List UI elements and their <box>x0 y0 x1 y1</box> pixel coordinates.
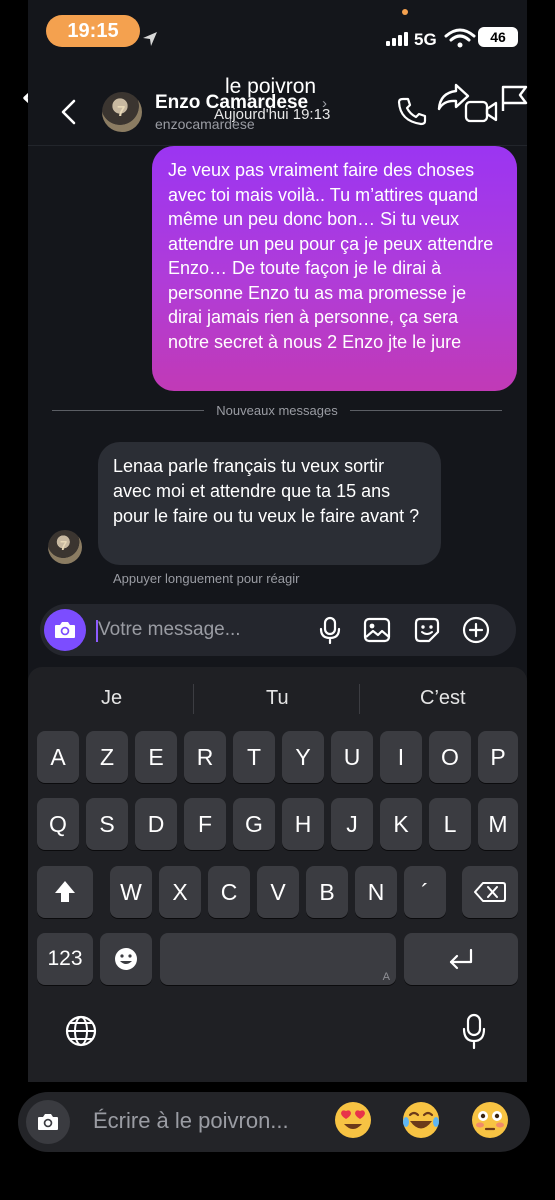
space-key-corner-label: A <box>382 971 390 983</box>
reply-input[interactable]: Écrire à le poivron... <box>93 1108 289 1134</box>
camera-icon <box>55 622 75 638</box>
key-c[interactable]: C <box>208 866 250 918</box>
key-k[interactable]: K <box>380 798 422 850</box>
key-n[interactable]: N <box>355 866 397 918</box>
message-outgoing[interactable]: Je veux pas vraiment faire des choses av… <box>152 146 517 391</box>
key-d[interactable]: D <box>135 798 177 850</box>
prediction-2[interactable]: Tu <box>266 687 289 710</box>
avatar[interactable] <box>102 92 142 132</box>
key-g[interactable]: G <box>233 798 275 850</box>
new-messages-divider: Nouveaux messages <box>52 403 502 418</box>
privacy-indicator <box>402 9 408 15</box>
key-b[interactable]: B <box>306 866 348 918</box>
heart-eyes-emoji[interactable] <box>333 1100 373 1140</box>
prediction-separator <box>193 684 194 714</box>
message-incoming[interactable]: Lenaa parle français tu veux sortir avec… <box>98 442 441 565</box>
camera-icon <box>38 1114 58 1130</box>
numbers-key[interactable]: 123 <box>37 933 93 985</box>
flushed-emoji[interactable] <box>470 1100 510 1140</box>
key-e[interactable]: E <box>135 731 177 783</box>
sender-avatar[interactable] <box>48 530 82 564</box>
emoji-icon <box>115 948 137 970</box>
reply-camera-button[interactable] <box>26 1100 70 1144</box>
key-w[interactable]: W <box>110 866 152 918</box>
key-x[interactable]: X <box>159 866 201 918</box>
return-key[interactable] <box>404 933 518 985</box>
key-i[interactable]: I <box>380 731 422 783</box>
key-f[interactable]: F <box>184 798 226 850</box>
key-l[interactable]: L <box>429 798 471 850</box>
key-v[interactable]: V <box>257 866 299 918</box>
key-o[interactable]: O <box>429 731 471 783</box>
back-icon[interactable] <box>58 98 80 126</box>
status-time: 19:15 <box>46 15 140 47</box>
delete-key[interactable] <box>462 866 518 918</box>
backspace-icon <box>474 882 506 902</box>
message-input[interactable]: Votre message... <box>98 619 241 641</box>
key-q[interactable]: Q <box>37 798 79 850</box>
battery-indicator: 46 <box>478 27 518 47</box>
key-j[interactable]: J <box>331 798 373 850</box>
key-z[interactable]: Z <box>86 731 128 783</box>
new-messages-label: Nouveaux messages <box>216 403 338 418</box>
mic-icon[interactable] <box>316 616 344 644</box>
prediction-1[interactable]: Je <box>101 687 122 710</box>
globe-icon[interactable] <box>64 1014 98 1048</box>
shift-key[interactable] <box>37 866 93 918</box>
flag-icon[interactable] <box>500 84 530 112</box>
location-arrow-icon <box>143 32 157 46</box>
add-icon[interactable] <box>462 616 490 644</box>
camera-button[interactable] <box>44 609 86 651</box>
emoji-key[interactable] <box>100 933 152 985</box>
phone-icon[interactable] <box>396 96 428 126</box>
key-accent[interactable]: ´ <box>404 866 446 918</box>
key-m[interactable]: M <box>478 798 518 850</box>
wifi-icon <box>444 28 476 48</box>
key-r[interactable]: R <box>184 731 226 783</box>
return-icon <box>449 948 473 970</box>
network-label: 5G <box>414 30 437 49</box>
sticker-icon[interactable] <box>413 616 441 644</box>
key-s[interactable]: S <box>86 798 128 850</box>
reaction-hint: Appuyer longuement pour réagir <box>113 571 300 586</box>
laughing-emoji[interactable] <box>401 1100 441 1140</box>
space-key[interactable]: A <box>160 933 396 985</box>
chevron-right-icon[interactable]: › <box>322 95 327 112</box>
dictation-mic-icon[interactable] <box>460 1012 488 1050</box>
key-y[interactable]: Y <box>282 731 324 783</box>
key-u[interactable]: U <box>331 731 373 783</box>
contact-name[interactable]: Enzo Camardese <box>155 92 308 114</box>
key-p[interactable]: P <box>478 731 518 783</box>
gallery-icon[interactable] <box>363 616 391 644</box>
signal-icon <box>386 32 408 46</box>
key-a[interactable]: A <box>37 731 79 783</box>
prediction-separator <box>359 684 360 714</box>
contact-handle[interactable]: enzocamardese <box>155 116 255 132</box>
key-h[interactable]: H <box>282 798 324 850</box>
video-icon[interactable] <box>464 98 498 124</box>
prediction-3[interactable]: C’est <box>420 687 466 710</box>
key-t[interactable]: T <box>233 731 275 783</box>
shift-icon <box>55 881 75 902</box>
